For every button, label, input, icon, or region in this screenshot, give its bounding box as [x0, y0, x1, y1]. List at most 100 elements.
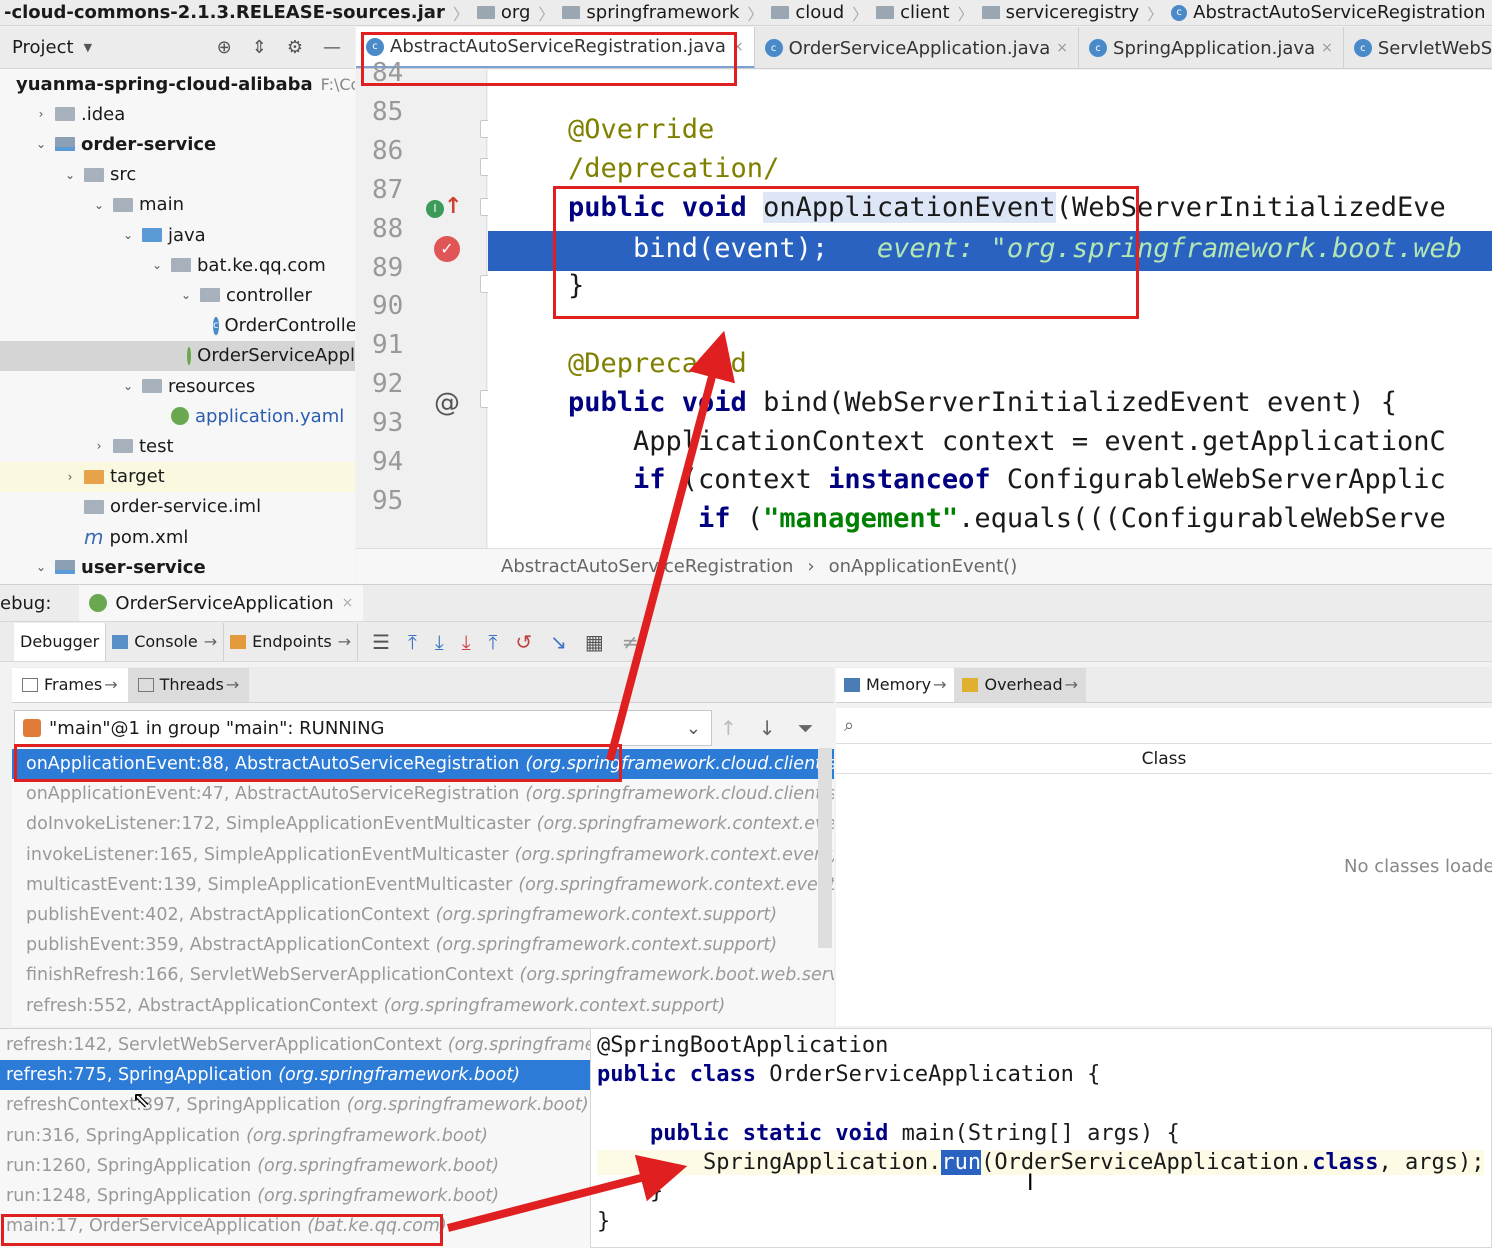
- project-view-selector[interactable]: Project: [12, 37, 74, 58]
- breadcrumb-item[interactable]: c AbstractAutoServiceRegistration: [1167, 0, 1489, 25]
- line-number[interactable]: 87: [372, 175, 432, 205]
- stack-frame[interactable]: publishEvent:359, AbstractApplicationCon…: [12, 930, 834, 960]
- stack-frame[interactable]: refresh:775, SpringApplication (org.sprin…: [0, 1060, 590, 1091]
- tree-item[interactable]: ⌄ main: [0, 190, 355, 220]
- breadcrumb-item[interactable]: springframework: [558, 0, 743, 25]
- chevron-down-icon[interactable]: ⌄: [178, 288, 194, 302]
- chevron-down-icon[interactable]: ⌄: [91, 198, 107, 212]
- drop-frame-icon[interactable]: ↺: [515, 630, 532, 654]
- close-icon[interactable]: ×: [732, 39, 744, 55]
- stack-frame[interactable]: refresh:142, ServletWebServerApplication…: [0, 1030, 590, 1060]
- implements-icon[interactable]: I: [426, 200, 444, 218]
- collapse-all-icon[interactable]: ⇕: [252, 37, 267, 58]
- stack-frame[interactable]: refresh:552, AbstractApplicationContext(…: [12, 991, 834, 1021]
- evaluate-icon[interactable]: ▦: [585, 630, 604, 654]
- editor-tab[interactable]: c OrderServiceApplication.java ×: [755, 27, 1080, 68]
- line-number[interactable]: 95: [372, 486, 432, 516]
- line-number[interactable]: 94: [372, 447, 432, 477]
- stack-frame[interactable]: run:1260, SpringApplication (org.springfr…: [0, 1151, 590, 1181]
- chevron-down-icon[interactable]: ⌄: [33, 137, 49, 151]
- step-out-icon[interactable]: ⤒: [489, 630, 498, 654]
- step-into-icon[interactable]: ⤓: [462, 630, 471, 654]
- line-number[interactable]: 89: [372, 253, 432, 283]
- line-number[interactable]: 85: [372, 97, 432, 127]
- chevron-down-icon[interactable]: ⌄: [686, 718, 711, 739]
- method-name[interactable]: onApplicationEvent: [763, 192, 1056, 223]
- tree-item[interactable]: ⌄ java: [0, 220, 355, 250]
- annotation-usage-icon[interactable]: @: [434, 388, 460, 418]
- line-number[interactable]: 84: [372, 58, 432, 88]
- chevron-down-icon[interactable]: ⌄: [33, 560, 49, 574]
- tree-item[interactable]: application.yaml: [0, 401, 355, 431]
- chevron-right-icon[interactable]: ›: [62, 470, 78, 484]
- tree-item[interactable]: ⌄ bat.ke.qq.com: [0, 250, 355, 280]
- run-to-cursor-icon[interactable]: ↘: [550, 630, 567, 654]
- stack-frame[interactable]: publishEvent:402, AbstractApplicationCon…: [12, 900, 834, 930]
- breadcrumb-item[interactable]: -cloud-commons-2.1.3.RELEASE-sources.jar: [0, 0, 449, 25]
- tree-item[interactable]: ⌄ resources: [0, 371, 355, 401]
- tree-item[interactable]: m pom.xml: [0, 522, 355, 552]
- chevron-down-icon[interactable]: ⌄: [120, 379, 136, 393]
- tree-item[interactable]: › target: [0, 461, 355, 492]
- tab-endpoints[interactable]: Endpoints →: [224, 622, 359, 661]
- stack-frame[interactable]: doInvokeListener:172, SimpleApplicationE…: [12, 809, 834, 839]
- arrow-down-icon[interactable]: ↓: [759, 716, 776, 740]
- hide-panel-icon[interactable]: —: [323, 37, 341, 58]
- chevron-right-icon[interactable]: ›: [33, 107, 49, 121]
- stack-frame[interactable]: refreshContext:397, SpringApplication (or…: [0, 1090, 590, 1120]
- show-execution-point-icon[interactable]: ⤒: [408, 630, 417, 654]
- chevron-right-icon[interactable]: ›: [91, 439, 107, 453]
- tree-item[interactable]: › test: [0, 431, 355, 461]
- editor-tab[interactable]: c SpringApplication.java ×: [1079, 27, 1344, 68]
- tree-item[interactable]: OrderServiceAppl: [0, 340, 355, 371]
- tree-item[interactable]: › .idea: [0, 99, 355, 129]
- line-number[interactable]: 90: [372, 291, 432, 321]
- close-icon[interactable]: ×: [1056, 40, 1068, 56]
- breakpoint-icon[interactable]: ✓: [434, 236, 460, 262]
- overrides-up-icon[interactable]: ↑: [444, 194, 462, 219]
- tab-frames[interactable]: Frames →: [12, 667, 128, 702]
- breadcrumb-item[interactable]: cloud: [767, 0, 848, 25]
- line-number[interactable]: 88: [372, 214, 432, 244]
- tree-item[interactable]: ⌄ user-service: [0, 552, 355, 582]
- selected-run-word[interactable]: run: [941, 1150, 982, 1175]
- line-number[interactable]: 91: [372, 330, 432, 360]
- class-column-header[interactable]: Class: [836, 744, 1492, 774]
- stack-frame[interactable]: invokeListener:165, SimpleApplicationEve…: [12, 840, 834, 870]
- line-number[interactable]: 92: [372, 369, 432, 399]
- filter-icon[interactable]: ⏷: [798, 716, 814, 740]
- step-over-icon[interactable]: ⤓: [435, 630, 444, 654]
- stack-frame[interactable]: main:17, OrderServiceApplication (bat.ke.…: [0, 1211, 590, 1241]
- close-icon[interactable]: ×: [1321, 40, 1333, 56]
- tree-item[interactable]: yuanma-spring-cloud-alibaba F:\Cod: [0, 69, 355, 99]
- breadcrumb-item[interactable]: serviceregistry: [978, 0, 1143, 25]
- chevron-down-icon[interactable]: ⌄: [62, 168, 78, 182]
- chevron-down-icon[interactable]: ⌄: [149, 258, 165, 272]
- thread-selector[interactable]: "main"@1 in group "main": RUNNING ⌄: [14, 710, 712, 746]
- scrollbar[interactable]: [818, 748, 832, 948]
- stack-frame[interactable]: run:316, SpringApplication (org.springfra…: [0, 1121, 590, 1151]
- breadcrumb-item[interactable]: client: [872, 0, 953, 25]
- tab-threads[interactable]: Threads →: [127, 667, 250, 702]
- tree-item[interactable]: order-service.iml: [0, 492, 355, 522]
- stack-frame[interactable]: onApplicationEvent:88, AbstractAutoServi…: [12, 749, 834, 779]
- stack-frame[interactable]: onApplicationEvent:47, AbstractAutoServi…: [12, 779, 834, 809]
- tab-memory[interactable]: Memory →: [836, 667, 955, 702]
- tree-item[interactable]: ⌄ order-service: [0, 129, 355, 159]
- menu-icon[interactable]: ☰: [372, 630, 390, 654]
- tree-item[interactable]: ⌄ controller: [0, 280, 355, 310]
- line-number[interactable]: 93: [372, 408, 432, 438]
- tab-overhead[interactable]: Overhead →: [954, 667, 1087, 702]
- debug-session-tab[interactable]: OrderServiceApplication ×: [79, 585, 364, 621]
- locate-icon[interactable]: ⊕: [217, 37, 232, 58]
- breadcrumb-method[interactable]: onApplicationEvent(): [829, 556, 1018, 577]
- tree-item[interactable]: ⌄ src: [0, 160, 355, 190]
- stack-frame[interactable]: multicastEvent:139, SimpleApplicationEve…: [12, 870, 834, 900]
- trace-icon[interactable]: ≠: [622, 630, 639, 654]
- code-editor[interactable]: bind(event); event: "org.springframework…: [488, 70, 1492, 548]
- gear-icon[interactable]: ⚙: [287, 37, 303, 58]
- arrow-up-icon[interactable]: ↑: [720, 716, 737, 740]
- stack-frame[interactable]: run:1248, SpringApplication (org.springfr…: [0, 1181, 590, 1211]
- chevron-down-icon[interactable]: ⌄: [120, 228, 136, 242]
- breadcrumb-class[interactable]: AbstractAutoServiceRegistration: [501, 556, 793, 577]
